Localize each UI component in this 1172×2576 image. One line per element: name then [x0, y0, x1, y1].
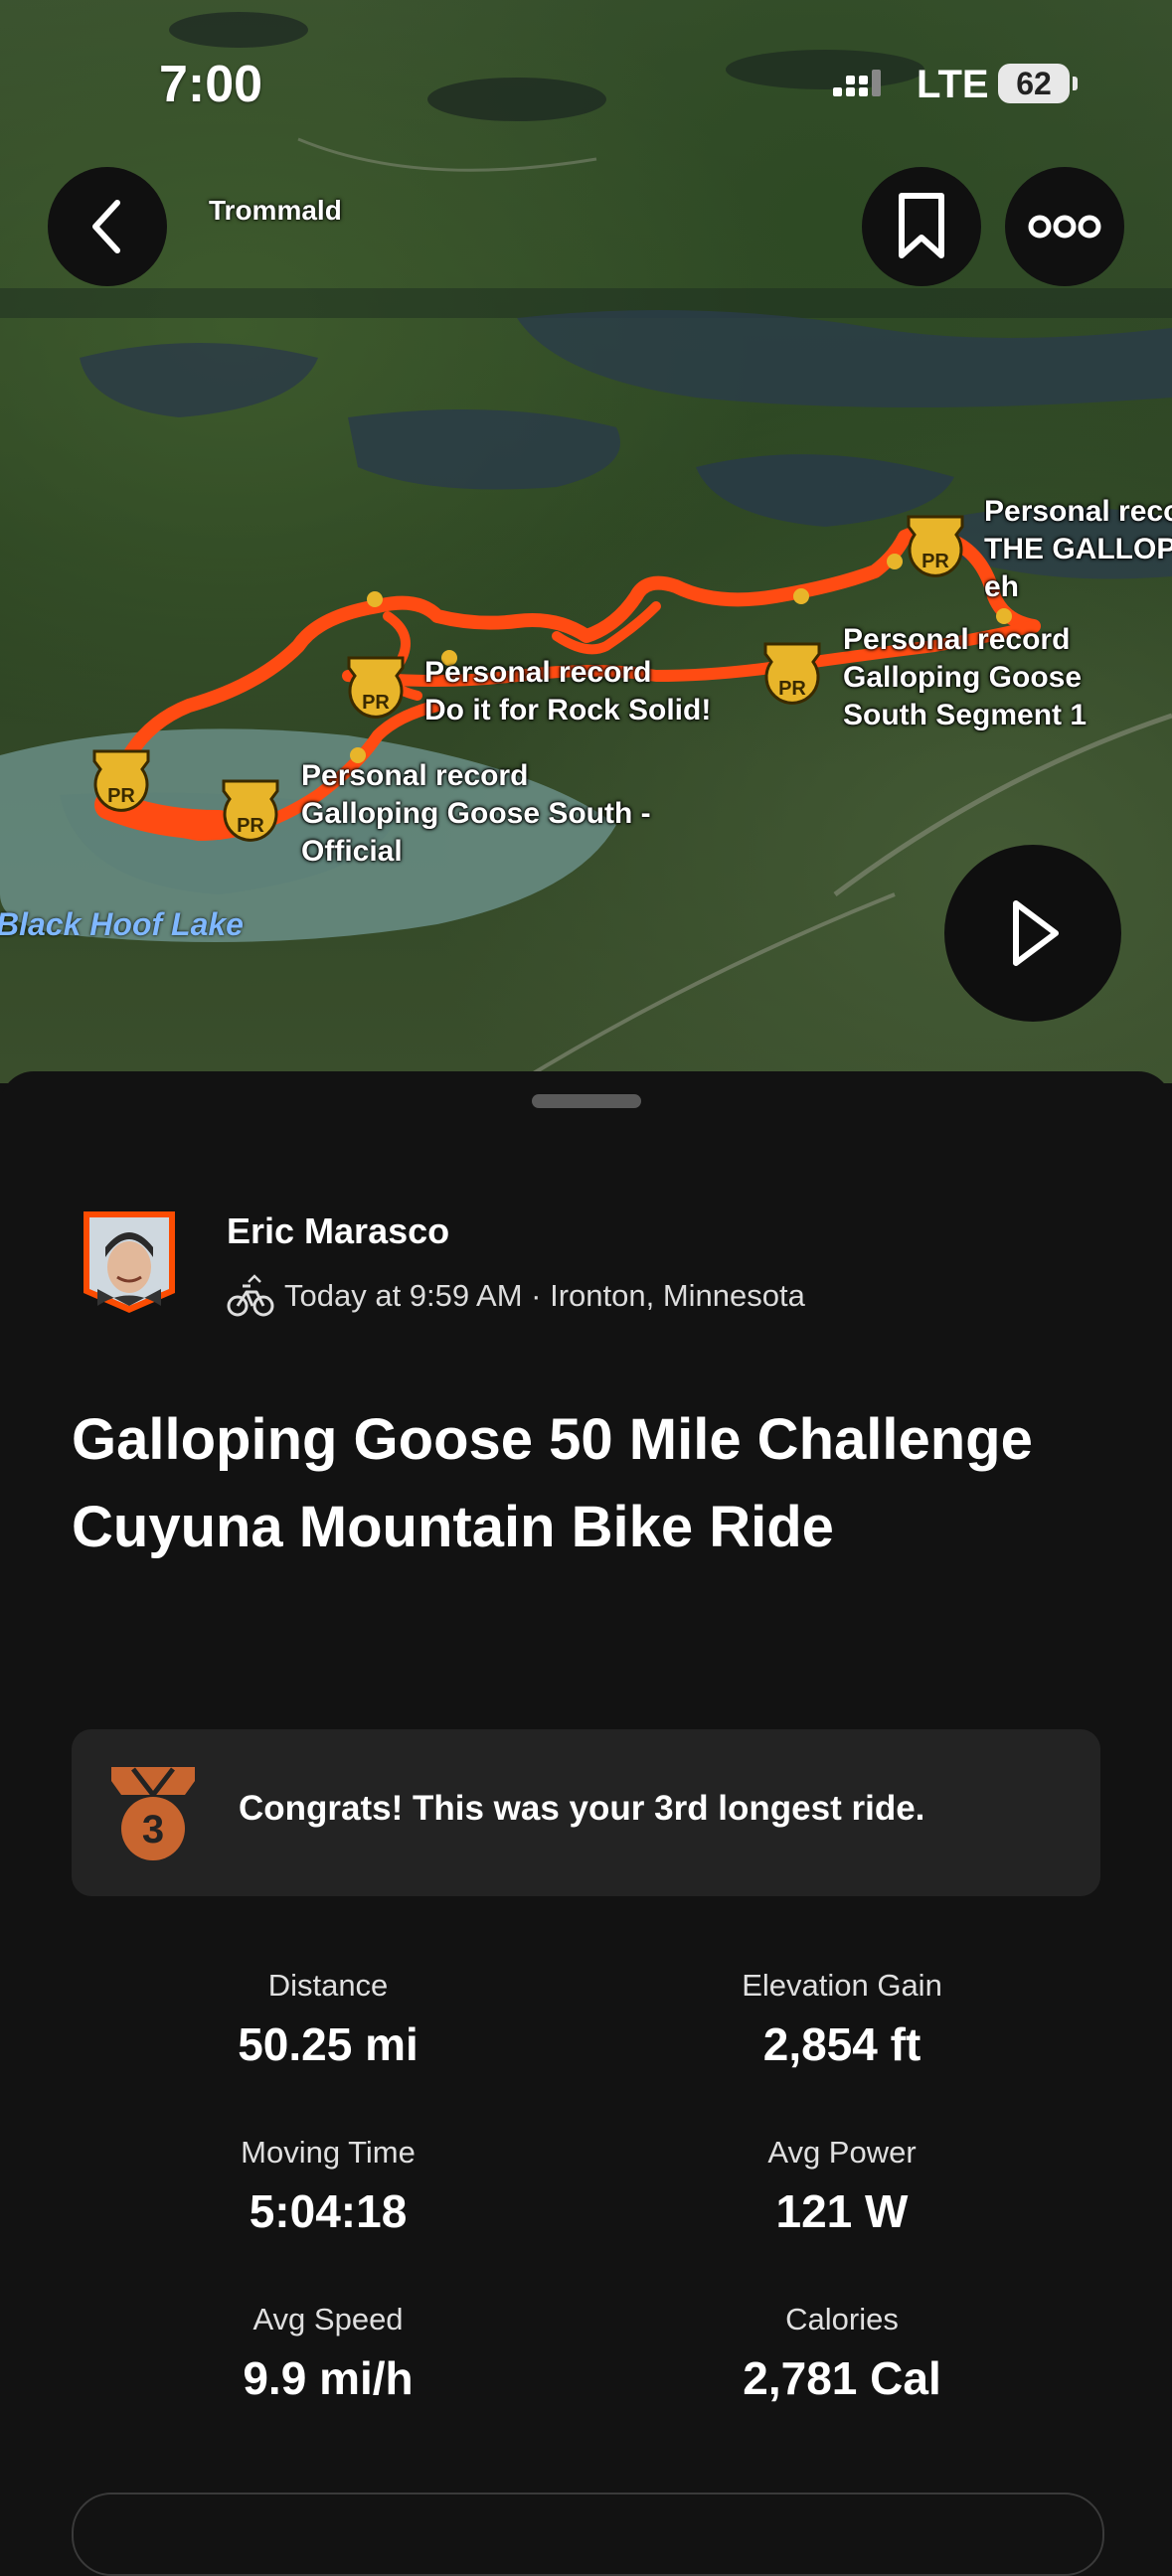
pr-label-title: Personal reco	[984, 495, 1172, 528]
battery-icon: 62	[998, 64, 1078, 103]
mountain-bike-icon	[227, 1274, 274, 1317]
pr-label-title: Personal record	[424, 656, 652, 689]
pr-label-official: Personal record Galloping Goose South - …	[301, 757, 679, 871]
signal-icon	[833, 70, 881, 96]
athlete-name[interactable]: Eric Marasco	[227, 1210, 449, 1252]
stat-value: 2,781 Cal	[743, 2352, 941, 2404]
pr-label-gallop: Personal reco THE GALLOP eh	[984, 493, 1172, 606]
stat-label: Distance	[267, 1968, 389, 2003]
activity-meta: Today at 9:59 AM · Ironton, Minnesota	[227, 1272, 805, 1320]
save-route-button[interactable]	[862, 167, 981, 286]
achievement-card[interactable]: 3 Congrats! This was your 3rd longest ri…	[72, 1729, 1100, 1896]
pr-badge-icon[interactable]: PR	[905, 513, 966, 584]
status-time: 7:00	[159, 56, 263, 113]
stat-label: Moving Time	[241, 2135, 416, 2170]
more-icon	[1028, 215, 1101, 239]
pr-label-segment-1: Personal record Galloping Goose South Se…	[843, 621, 1171, 734]
achievement-text: Congrats! This was your 3rd longest ride…	[239, 1789, 925, 1828]
stat-value: 5:04:18	[249, 2185, 408, 2237]
bookmark-icon	[899, 193, 944, 258]
svg-text:PR: PR	[107, 785, 135, 807]
svg-text:PR: PR	[237, 815, 264, 837]
play-flyover-button[interactable]	[944, 845, 1121, 1022]
pr-badge-icon[interactable]: PR	[90, 747, 152, 819]
stat-label: Avg Power	[767, 2135, 917, 2170]
back-button[interactable]	[48, 167, 167, 286]
stat-avg-speed: Avg Speed 9.9 mi/h	[104, 2302, 552, 2405]
pr-badge-icon[interactable]: PR	[220, 777, 281, 849]
svg-text:PR: PR	[362, 692, 390, 714]
pr-label-title: Personal record	[301, 759, 529, 792]
stat-value: 2,854 ft	[762, 2018, 921, 2070]
pr-label-rock-solid: Personal record Do it for Rock Solid!	[424, 654, 711, 729]
activity-title: Galloping Goose 50 Mile Challenge Cuyuna…	[72, 1407, 1033, 1559]
pr-label-title: Personal record	[843, 623, 1071, 656]
avatar[interactable]	[80, 1208, 179, 1317]
network-type: LTE	[917, 63, 989, 106]
chevron-left-icon	[92, 200, 120, 253]
svg-text:PR: PR	[778, 678, 806, 700]
activity-date-location: Today at 9:59 AM · Ironton, Minnesota	[284, 1278, 805, 1313]
more-options-button[interactable]	[1005, 167, 1124, 286]
pr-badge-icon[interactable]: PR	[761, 640, 823, 712]
stat-calories: Calories 2,781 Cal	[618, 2302, 1066, 2405]
lake-label: Black Hoof Lake	[0, 906, 244, 942]
stat-value: 50.25 mi	[238, 2018, 419, 2070]
stat-avg-power: Avg Power 121 W	[618, 2135, 1066, 2238]
pr-label-segment: Galloping Goose South - Official	[301, 797, 651, 868]
pr-label-segment: eh	[984, 570, 1020, 603]
next-section-card[interactable]	[72, 2493, 1104, 2576]
stat-value: 9.9 mi/h	[243, 2352, 414, 2404]
stat-label: Avg Speed	[252, 2302, 404, 2336]
pr-badge-icon[interactable]: PR	[345, 654, 407, 725]
pr-label-segment: THE GALLOP	[984, 533, 1172, 565]
status-bar: 7:00 LTE 62	[0, 0, 1172, 169]
medal-icon: 3	[111, 1767, 195, 1860]
sheet-drag-handle[interactable]	[532, 1094, 641, 1108]
stat-distance: Distance 50.25 mi	[104, 1968, 552, 2071]
pr-label-segment: Do it for Rock Solid!	[424, 694, 712, 726]
stat-elevation-gain: Elevation Gain 2,854 ft	[618, 1968, 1066, 2071]
svg-text:PR: PR	[921, 551, 949, 572]
stat-moving-time: Moving Time 5:04:18	[104, 2135, 552, 2238]
place-label: Trommald	[209, 195, 342, 226]
medal-rank: 3	[142, 1808, 164, 1852]
play-icon	[1013, 900, 1059, 966]
pr-label-segment: Galloping Goose South Segment 1	[843, 661, 1088, 731]
stat-label: Calories	[785, 2302, 899, 2336]
stat-label: Elevation Gain	[742, 1968, 942, 2003]
stat-value: 121 W	[775, 2185, 909, 2237]
